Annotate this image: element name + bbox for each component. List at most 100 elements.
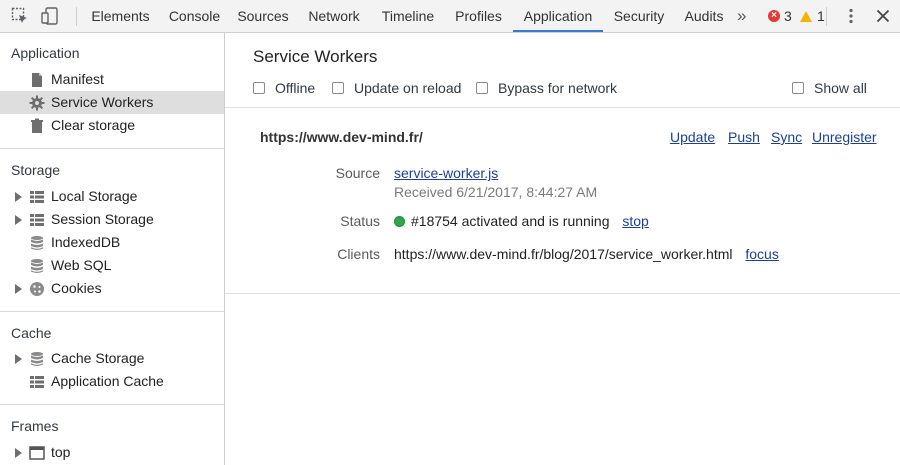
tab-network[interactable]: Network [300,0,368,32]
gear-icon [29,95,45,111]
received-timestamp: Received 6/21/2017, 8:44:27 AM [394,184,598,200]
update-on-reload-checkbox[interactable] [332,82,344,94]
sidebar-item-label: Manifest [51,71,104,87]
sync-link[interactable]: Sync [771,129,802,145]
sidebar-item-service-workers[interactable]: Service Workers [0,91,224,114]
database-icon [29,235,45,251]
tab-audits[interactable]: Audits [676,0,732,32]
sidebar-item-web-sql[interactable]: Web SQL [0,254,224,277]
offline-checkbox[interactable] [253,82,265,94]
error-icon: × [768,10,780,22]
database-icon [29,351,45,367]
error-count: 3 [784,8,792,24]
client-url: https://www.dev-mind.fr/blog/2017/servic… [394,246,733,262]
options-divider [225,107,900,108]
section-divider [0,311,224,312]
update-on-reload-option[interactable]: Update on reload [332,79,461,97]
clients-label: Clients [337,246,380,262]
focus-link[interactable]: focus [745,246,778,262]
toolbar-separator [76,7,77,26]
grid-icon [29,212,45,228]
status-value: #18754 activated and is running stop [394,213,649,229]
warning-icon [800,10,812,22]
sidebar-item-local-storage[interactable]: Local Storage [0,185,224,208]
bypass-for-network-option[interactable]: Bypass for network [476,79,617,97]
tab-profiles[interactable]: Profiles [448,0,509,32]
update-link[interactable]: Update [670,129,715,145]
show-all-checkbox[interactable] [792,82,804,94]
show-all-label: Show all [814,80,867,96]
sidebar-item-label: Session Storage [51,211,154,227]
status-label: Status [340,213,380,229]
section-header-frames: Frames [11,418,59,434]
tab-elements[interactable]: Elements [84,0,157,32]
document-icon [29,72,45,88]
more-tabs-button[interactable]: » [737,0,746,32]
source-label: Source [335,165,380,181]
sidebar-item-label: Clear storage [51,117,136,133]
section-header-storage: Storage [11,162,61,178]
status-text: #18754 activated and is running [411,213,610,229]
worker-origin: https://www.dev-mind.fr/ [260,129,423,145]
close-icon[interactable] [874,7,892,25]
expand-arrow-icon[interactable] [15,284,22,294]
update-on-reload-label: Update on reload [354,80,462,96]
expand-arrow-icon[interactable] [15,215,22,225]
cookie-icon [29,281,45,297]
push-link[interactable]: Push [728,129,760,145]
application-sidebar: Application Manifest Service Workers Cle… [0,33,225,465]
sidebar-item-label: Service Workers [51,94,154,110]
sidebar-item-label: Cookies [51,280,102,296]
sidebar-item-label: Local Storage [51,188,138,204]
sidebar-item-manifest[interactable]: Manifest [0,68,224,91]
warning-counter[interactable]: 1 [800,0,825,32]
section-divider [0,404,224,405]
sidebar-item-top-frame[interactable]: top [0,441,224,464]
warning-count: 1 [817,8,825,24]
sidebar-item-label: Web SQL [51,257,112,273]
sidebar-item-application-cache[interactable]: Application Cache [0,370,224,393]
sidebar-item-label: top [51,444,71,460]
bypass-for-network-checkbox[interactable] [476,82,488,94]
sidebar-item-label: Application Cache [51,373,164,389]
offline-option[interactable]: Offline [253,79,315,97]
tab-sources[interactable]: Sources [232,0,294,32]
section-header-application: Application [11,45,80,61]
clients-value: https://www.dev-mind.fr/blog/2017/servic… [394,246,779,262]
sidebar-item-session-storage[interactable]: Session Storage [0,208,224,231]
grid-icon [29,189,45,205]
section-divider [0,148,224,149]
bypass-for-network-label: Bypass for network [498,80,618,96]
frame-icon [29,445,45,461]
expand-arrow-icon[interactable] [15,448,22,458]
error-counter[interactable]: × 3 [768,0,792,32]
status-running-icon [394,216,405,227]
sidebar-item-label: Cache Storage [51,350,145,366]
section-header-cache: Cache [11,325,52,341]
source-file-link[interactable]: service-worker.js [394,165,498,181]
tab-security[interactable]: Security [608,0,670,32]
tab-console[interactable]: Console [163,0,226,32]
sidebar-item-cookies[interactable]: Cookies [0,277,224,300]
expand-arrow-icon[interactable] [15,354,22,364]
kebab-menu-icon[interactable] [842,7,860,25]
inspect-element-icon[interactable] [11,7,29,25]
devtools-toolbar: Elements Console Sources Network Timelin… [0,0,900,33]
stop-link[interactable]: stop [622,213,648,229]
sidebar-item-clear-storage[interactable]: Clear storage [0,114,224,137]
sidebar-item-indexeddb[interactable]: IndexedDB [0,231,224,254]
trash-icon [29,118,45,134]
toolbar-separator [826,7,827,26]
sidebar-item-label: IndexedDB [51,234,121,250]
show-all-option[interactable]: Show all [792,79,867,97]
unregister-link[interactable]: Unregister [812,129,877,145]
empty-area [225,294,900,465]
page-title: Service Workers [253,47,378,66]
database-icon [29,258,45,274]
expand-arrow-icon[interactable] [15,192,22,202]
service-workers-panel: Service Workers Offline Update on reload… [225,33,900,465]
sidebar-item-cache-storage[interactable]: Cache Storage [0,347,224,370]
tab-application[interactable]: Application [513,0,603,32]
device-toolbar-icon[interactable] [41,7,59,25]
tab-timeline[interactable]: Timeline [374,0,442,32]
